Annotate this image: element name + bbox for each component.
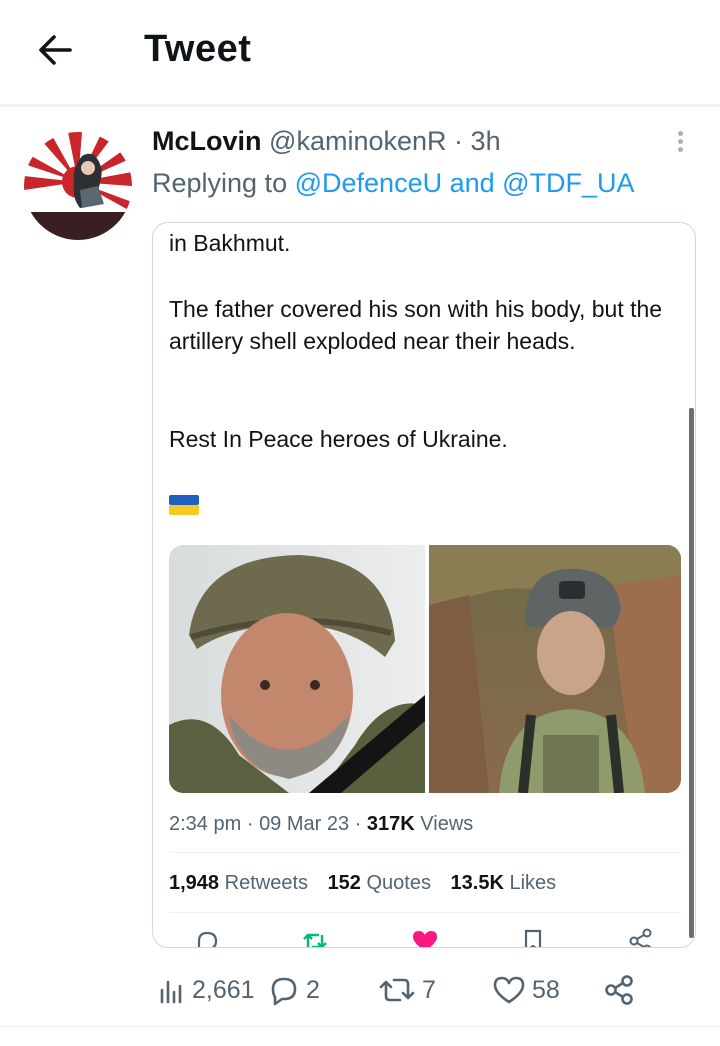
meta-date: 09 Mar 23 <box>259 813 350 835</box>
older-soldier-portrait <box>169 545 425 793</box>
share-button[interactable] <box>602 968 636 1012</box>
heart-filled-icon <box>413 931 437 947</box>
screenshot-stats: 1,948 Retweets 152 Quotes 13.5K Likes <box>169 872 556 895</box>
retweet-button[interactable]: 7 <box>378 968 436 1012</box>
like-count: 58 <box>532 975 560 1004</box>
screenshot-scrollbar <box>689 408 694 938</box>
reply-icon <box>271 977 297 1006</box>
stat-retweets-count: 1,948 <box>169 872 220 894</box>
reply-button[interactable]: 2 <box>268 968 320 1012</box>
screenshot-text-line-3: Rest In Peace heroes of Ukraine. <box>169 426 508 452</box>
rising-sun-flag-avatar-icon <box>24 132 132 240</box>
screenshot-text-line-1: in Bakhmut. <box>169 230 291 256</box>
page-title: Tweet <box>144 28 252 70</box>
replying-to: Replying to @DefenceU and @TDF_UA <box>152 168 635 199</box>
stat-quotes-count: 152 <box>327 872 361 894</box>
attached-screenshot[interactable]: in Bakhmut. The father covered his son w… <box>152 222 696 948</box>
heart-icon <box>493 976 525 1004</box>
meta-dot-2: · <box>354 813 362 835</box>
screenshot-text-line-2: The father covered his son with his body… <box>169 296 663 354</box>
bottom-divider <box>0 1026 720 1027</box>
stat-likes-label: Likes <box>509 872 557 894</box>
photo-grid[interactable] <box>169 545 681 793</box>
views-count: 2,661 <box>192 975 255 1004</box>
photo-grid-image <box>169 545 681 793</box>
header-divider <box>0 104 720 107</box>
ukraine-flag-emoji-icon <box>169 495 199 515</box>
screenshot-actions <box>153 923 695 947</box>
share-icon <box>605 975 633 1005</box>
reply-icon <box>197 931 218 947</box>
tweet-action-bar: 2,661 2 7 58 <box>150 968 650 1012</box>
retweet-icon <box>303 933 327 947</box>
like-button[interactable]: 58 <box>492 968 560 1012</box>
younger-soldier-in-trench <box>429 545 681 793</box>
meta-dot-1: · <box>246 813 254 835</box>
stat-likes-count: 13.5K <box>450 872 504 894</box>
tweet-header: McLovin @kaminokenR · 3h <box>152 126 501 157</box>
meta-views-count: 317K <box>366 813 415 835</box>
retweet-icon <box>379 978 415 1002</box>
meta-time: 2:34 pm <box>169 813 242 835</box>
reply-count: 2 <box>306 975 320 1004</box>
more-options-button[interactable] <box>666 128 694 160</box>
replying-prefix: Replying to <box>152 168 288 198</box>
more-vertical-icon <box>666 131 694 152</box>
stat-quotes-label: Quotes <box>366 872 431 894</box>
tweet-time[interactable]: 3h <box>471 126 501 156</box>
screenshot-divider-2 <box>169 912 681 913</box>
user-handle[interactable]: @kaminokenR <box>269 126 446 156</box>
stat-retweets-label: Retweets <box>224 872 308 894</box>
share-icon <box>629 928 652 947</box>
top-bar: Tweet <box>0 0 720 104</box>
display-name[interactable]: McLovin <box>152 126 262 156</box>
analytics-icon <box>160 980 182 1004</box>
replying-mentions[interactable]: @DefenceU and @TDF_UA <box>295 168 635 198</box>
screenshot-divider-1 <box>169 852 681 853</box>
meta-views-label: Views <box>420 813 474 835</box>
bookmark-icon <box>524 929 542 947</box>
views-button[interactable]: 2,661 <box>158 968 255 1012</box>
avatar[interactable] <box>24 132 132 240</box>
retweet-count: 7 <box>422 975 436 1004</box>
screenshot-meta: 2:34 pm · 09 Mar 23 · 317K Views <box>169 813 473 836</box>
back-button[interactable] <box>34 28 78 72</box>
arrow-left-icon <box>39 35 72 65</box>
separator-dot: · <box>454 126 464 156</box>
